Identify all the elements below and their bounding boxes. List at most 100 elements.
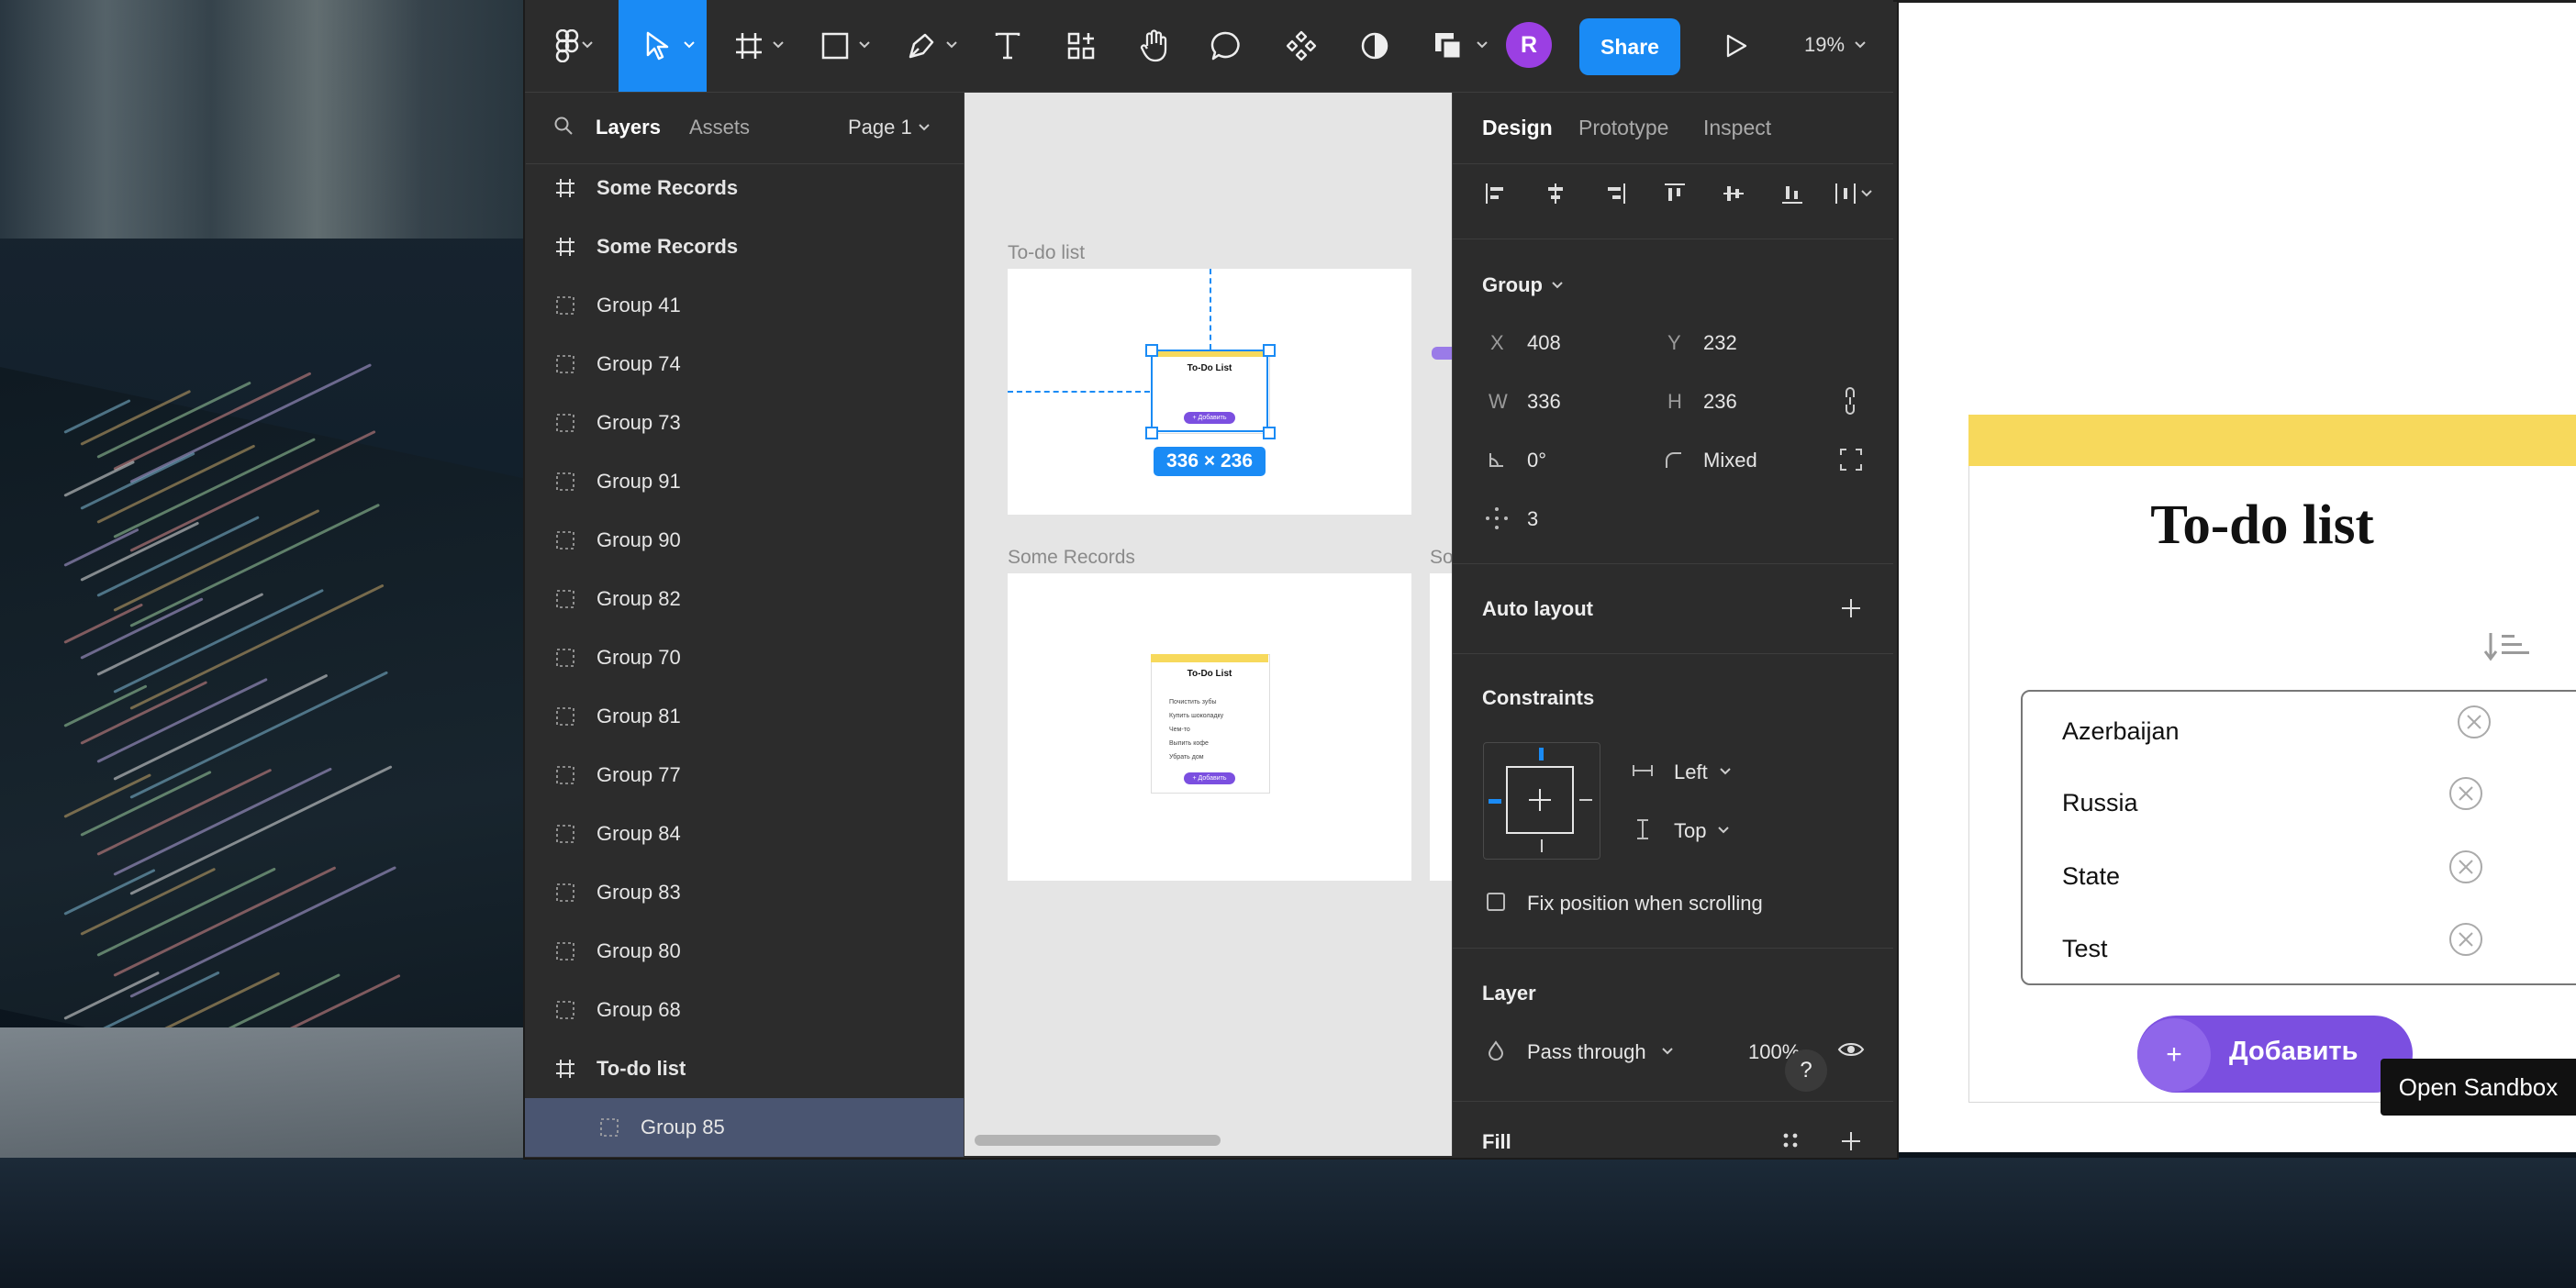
independent-corners-icon[interactable] <box>1839 448 1863 472</box>
align-horizontal-center-icon[interactable] <box>1544 182 1567 205</box>
layer-label: Some Records <box>597 176 739 199</box>
count-input[interactable]: 3 <box>1527 507 1538 531</box>
page-selector[interactable]: Page 1 <box>848 116 912 139</box>
layer-row[interactable]: To-do list <box>525 1039 964 1098</box>
frame-label[interactable]: To-do list <box>1008 242 1085 264</box>
components-button[interactable] <box>1283 13 1320 79</box>
align-bottom-icon[interactable] <box>1780 182 1804 205</box>
layer-row[interactable]: Group 85 <box>525 1098 964 1157</box>
comment-icon <box>1210 31 1240 61</box>
panel-divider <box>1453 163 1893 164</box>
distribute-icon[interactable] <box>1834 182 1857 205</box>
align-left-icon[interactable] <box>1484 182 1508 205</box>
fill-style-button[interactable] <box>1430 13 1466 79</box>
open-sandbox-button[interactable]: Open Sandbox <box>2381 1059 2576 1116</box>
tab-inspect[interactable]: Inspect <box>1703 116 1771 140</box>
layer-row[interactable]: Group 70 <box>525 628 964 687</box>
layer-row[interactable]: Some Records <box>525 217 964 276</box>
layer-row[interactable]: Group 81 <box>525 687 964 746</box>
width-input[interactable]: 336 <box>1527 390 1561 414</box>
layer-row[interactable]: Group 77 <box>525 746 964 805</box>
layer-row[interactable]: Group 82 <box>525 570 964 628</box>
constraint-bottom-marker[interactable] <box>1541 839 1543 852</box>
resources-icon <box>1067 32 1095 60</box>
wallpaper-laptop-screen <box>0 367 528 1122</box>
resize-handle[interactable] <box>1263 427 1276 439</box>
rotation-input[interactable]: 0° <box>1527 449 1546 472</box>
frame-label[interactable]: So <box>1430 547 1454 569</box>
preview-top-border <box>1895 0 2576 3</box>
help-button[interactable]: ? <box>1785 1049 1827 1092</box>
add-icon[interactable] <box>1840 1130 1862 1152</box>
eye-icon[interactable] <box>1837 1040 1865 1059</box>
chevron-down-icon <box>1477 41 1488 49</box>
layer-row[interactable]: Group 41 <box>525 276 964 335</box>
frame-tool-button[interactable] <box>730 13 767 79</box>
frame-icon <box>736 33 762 59</box>
frame-label[interactable]: Some Records <box>1008 547 1135 569</box>
group-dropdown[interactable]: Group <box>1482 273 1543 297</box>
blend-mode-select[interactable]: Pass through <box>1527 1040 1646 1064</box>
user-avatar[interactable]: R <box>1506 22 1552 68</box>
horizontal-constraint-select[interactable]: Left <box>1674 761 1708 784</box>
delete-icon[interactable] <box>2448 922 2483 957</box>
align-right-icon[interactable] <box>1603 182 1627 205</box>
resize-handle[interactable] <box>1145 427 1158 439</box>
zoom-level[interactable]: 19% <box>1804 33 1845 57</box>
hand-tool-button[interactable] <box>1136 13 1173 79</box>
layer-row[interactable]: Group 68 <box>525 981 964 1039</box>
constraint-top-marker[interactable] <box>1539 748 1544 761</box>
resize-handle[interactable] <box>1263 344 1276 357</box>
layer-row[interactable]: Group 74 <box>525 335 964 394</box>
resources-tool-button[interactable] <box>1063 13 1099 79</box>
vertical-constraint-select[interactable]: Top <box>1674 819 1706 843</box>
layer-row[interactable]: Group 80 <box>525 922 964 981</box>
y-input[interactable]: 232 <box>1703 331 1737 355</box>
tab-layers[interactable]: Layers <box>596 116 661 139</box>
layer-label: Group 85 <box>641 1116 725 1138</box>
layer-row[interactable]: Some Records <box>525 159 964 217</box>
panel-divider <box>1453 1101 1893 1102</box>
mini-list-item: Почистить зубы <box>1169 699 1217 705</box>
pen-tool-button[interactable] <box>903 13 940 79</box>
canvas-frame-partial[interactable] <box>1430 573 1452 881</box>
x-input[interactable]: 408 <box>1527 331 1561 355</box>
align-vertical-center-icon[interactable] <box>1722 182 1745 205</box>
height-input[interactable]: 236 <box>1703 390 1737 414</box>
shape-tool-button[interactable] <box>817 13 853 79</box>
fix-position-checkbox[interactable] <box>1487 893 1505 911</box>
constrain-proportions-icon[interactable] <box>1841 386 1859 416</box>
text-tool-button[interactable] <box>989 13 1026 79</box>
search-icon[interactable] <box>553 116 574 136</box>
corner-radius-input[interactable]: Mixed <box>1703 449 1757 472</box>
constraint-left-marker[interactable] <box>1489 799 1501 804</box>
align-top-icon[interactable] <box>1663 182 1687 205</box>
group-icon <box>556 472 574 491</box>
constraint-center-icon[interactable] <box>1527 787 1553 813</box>
add-icon[interactable] <box>1840 597 1862 619</box>
mini-list-item: Купить шоколадку <box>1169 713 1224 719</box>
layer-row[interactable]: Group 91 <box>525 452 964 511</box>
sort-icon[interactable] <box>2483 629 2533 664</box>
layer-row[interactable]: Group 84 <box>525 805 964 863</box>
contrast-button[interactable] <box>1356 13 1393 79</box>
delete-icon[interactable] <box>2457 705 2492 739</box>
comment-tool-button[interactable] <box>1208 13 1244 79</box>
tab-assets[interactable]: Assets <box>689 116 750 139</box>
layer-row[interactable]: Group 90 <box>525 511 964 570</box>
styles-grid-icon[interactable] <box>1782 1132 1799 1149</box>
tab-prototype[interactable]: Prototype <box>1578 116 1668 140</box>
selection-box[interactable] <box>1151 350 1268 432</box>
share-button[interactable]: Share <box>1579 18 1680 75</box>
tab-design[interactable]: Design <box>1482 116 1553 140</box>
delete-icon[interactable] <box>2448 776 2483 811</box>
layer-row[interactable]: Group 73 <box>525 394 964 452</box>
layer-row[interactable]: Group 83 <box>525 863 964 922</box>
present-button[interactable] <box>1718 13 1755 79</box>
constraint-right-marker[interactable] <box>1579 799 1592 801</box>
play-icon <box>1726 34 1747 58</box>
delete-icon[interactable] <box>2448 849 2483 884</box>
text-icon <box>995 32 1020 60</box>
canvas-horizontal-scrollbar[interactable] <box>975 1135 1221 1146</box>
resize-handle[interactable] <box>1145 344 1158 357</box>
